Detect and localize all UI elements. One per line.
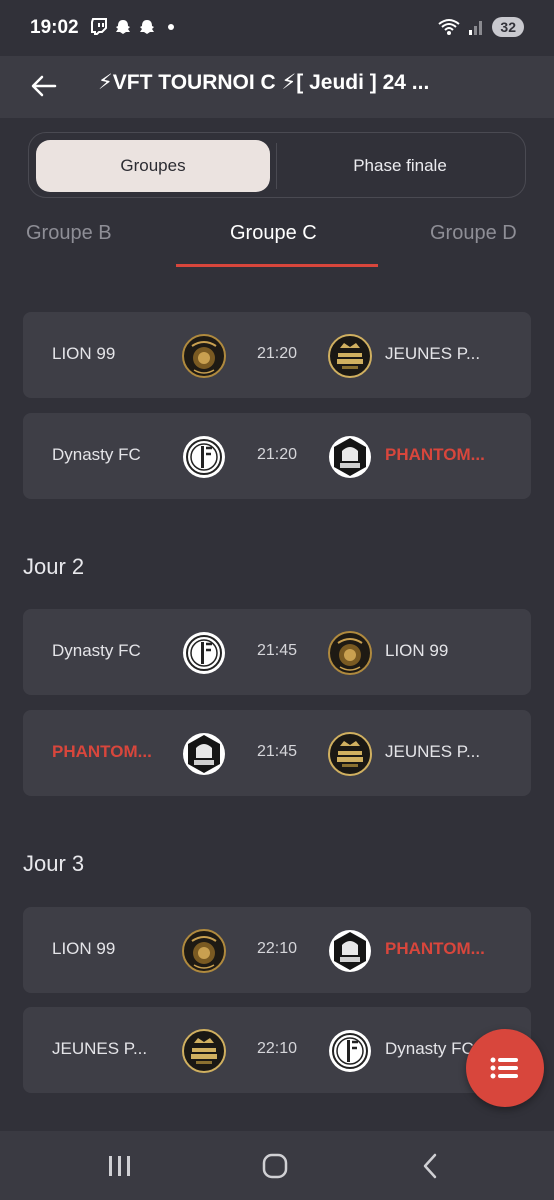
active-tab-indicator [176, 264, 378, 267]
list-icon [490, 1057, 518, 1079]
recent-apps-icon [109, 1156, 130, 1176]
tab-phase-finale[interactable]: Phase finale [281, 140, 519, 192]
match-card[interactable]: Dynasty FC 21:20 PHANTOM... [23, 413, 531, 499]
day-heading: Jour 2 [23, 554, 85, 579]
system-indicators: 32 [438, 17, 524, 37]
phantom-logo [328, 929, 372, 973]
match-card[interactable]: LION 99 22:10 PHANTOM... [23, 907, 531, 993]
phantom-logo [328, 435, 372, 479]
home-team-name: PHANTOM... [52, 742, 152, 761]
group-tabs: Groupe B Groupe C Groupe D [0, 218, 554, 270]
home-team-name: LION 99 [52, 344, 116, 363]
segment-divider [276, 143, 277, 189]
match-card[interactable]: Dynasty FC 21:45 LION 99 [23, 609, 531, 695]
day-heading: Jour 3 [23, 851, 85, 876]
away-team-name: PHANTOM... [385, 939, 485, 958]
match-time: 22:10 [256, 940, 298, 957]
home-team-name: JEUNES P... [52, 1039, 148, 1058]
dynasty-fc-logo [328, 1029, 372, 1073]
wifi-icon [438, 19, 461, 35]
snapchat-icon [140, 20, 154, 34]
away-team-name: PHANTOM... [385, 445, 485, 464]
match-time: 21:45 [256, 743, 298, 760]
home-icon [262, 1153, 288, 1179]
home-team-name: LION 99 [52, 939, 116, 958]
back-icon [423, 1153, 437, 1179]
tab-groupes[interactable]: Groupes [36, 140, 270, 192]
twitch-icon [91, 18, 107, 35]
match-card[interactable]: LION 99 21:20 JEUNES P... [23, 312, 531, 398]
signal-icon [469, 21, 483, 35]
tab-groupe-d[interactable]: Groupe D [430, 222, 517, 245]
away-team-name: JEUNES P... [385, 742, 481, 761]
match-time: 21:20 [256, 446, 298, 463]
jeunes-prodiges-logo [328, 732, 372, 776]
home-team-name: Dynasty FC [52, 641, 141, 660]
jeunes-prodiges-logo [182, 1029, 226, 1073]
jeunes-prodiges-logo [328, 334, 372, 378]
battery-indicator: 32 [492, 17, 524, 37]
lion-99-logo [182, 929, 226, 973]
away-team-name: JEUNES P... [385, 344, 481, 363]
dynasty-fc-logo [182, 631, 226, 675]
match-time: 22:10 [256, 1040, 298, 1057]
match-card[interactable]: JEUNES P... 22:10 Dynasty FC [23, 1007, 531, 1093]
tab-groupe-c[interactable]: Groupe C [230, 222, 317, 245]
status-bar: 19:02 32 [0, 0, 554, 56]
match-time: 21:20 [256, 345, 298, 362]
page-title: ⚡VFT TOURNOI C ⚡[ Jeudi ] 24 ... [98, 71, 430, 94]
home-button[interactable] [257, 1149, 293, 1183]
app-bar: ⚡VFT TOURNOI C ⚡[ Jeudi ] 24 ... [0, 56, 554, 118]
menu-fab-button[interactable] [466, 1029, 544, 1107]
system-nav-bar [0, 1131, 554, 1200]
lion-99-logo [182, 334, 226, 378]
status-time: 19:02 [30, 17, 79, 38]
nav-back-button[interactable] [412, 1149, 448, 1183]
away-team-name: LION 99 [385, 641, 449, 660]
view-segmented-control: Groupes Phase finale [28, 132, 526, 198]
match-card[interactable]: PHANTOM... 21:45 JEUNES P... [23, 710, 531, 796]
snapchat-icon [116, 20, 130, 34]
notification-icons [90, 18, 174, 36]
match-time: 21:45 [256, 642, 298, 659]
tab-groupe-b[interactable]: Groupe B [26, 222, 112, 245]
more-notifications-dot [168, 24, 174, 30]
recent-apps-button[interactable] [102, 1149, 138, 1183]
lion-99-logo [328, 631, 372, 675]
phantom-logo [182, 732, 226, 776]
arrow-left-icon [31, 75, 57, 97]
dynasty-fc-logo [182, 435, 226, 479]
back-button[interactable] [26, 68, 62, 104]
home-team-name: Dynasty FC [52, 445, 141, 464]
